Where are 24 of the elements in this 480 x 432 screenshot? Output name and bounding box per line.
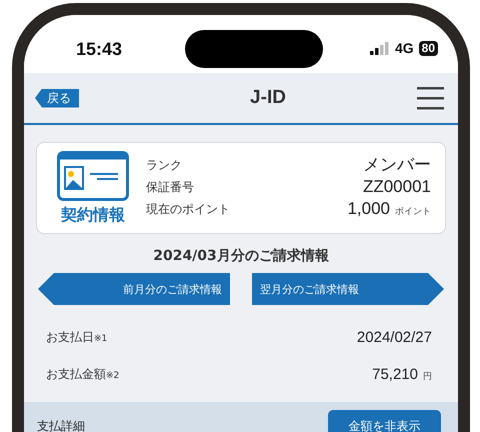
billing-label: お支払日※1 <box>46 329 108 346</box>
battery-level: 80 <box>418 40 438 56</box>
back-button[interactable]: 戻る <box>35 88 79 108</box>
info-value: ZZ00001 <box>362 177 431 197</box>
billing-label: お支払金額※2 <box>46 366 120 383</box>
info-label: 現在のポイント <box>146 201 231 218</box>
previous-month-button[interactable]: 前月分のご請求情報 <box>38 273 230 305</box>
billing-value: 75,210 円 <box>372 366 432 383</box>
info-label: ランク <box>146 157 183 174</box>
detail-label: 支払詳細 <box>37 418 85 432</box>
hide-amount-button[interactable]: 金額を非表示 <box>328 410 441 432</box>
info-value: メンバー <box>362 155 431 175</box>
billing-value: 2024/02/27 <box>356 329 432 346</box>
id-card-icon <box>57 150 129 200</box>
billing-heading: 2024/03月分のご請求情報 <box>153 247 329 265</box>
page-title: J-ID <box>250 87 286 109</box>
network-label: 4G <box>394 40 414 56</box>
next-month-button[interactable]: 翌月分のご請求情報 <box>252 273 444 305</box>
clock-time: 15:43 <box>76 39 122 60</box>
contract-label: 契約情報 <box>61 204 125 226</box>
info-value: 1,000 ポイント <box>347 199 431 220</box>
info-label: 保証番号 <box>146 179 195 196</box>
menu-icon[interactable] <box>417 86 444 110</box>
signal-icon <box>370 42 390 54</box>
